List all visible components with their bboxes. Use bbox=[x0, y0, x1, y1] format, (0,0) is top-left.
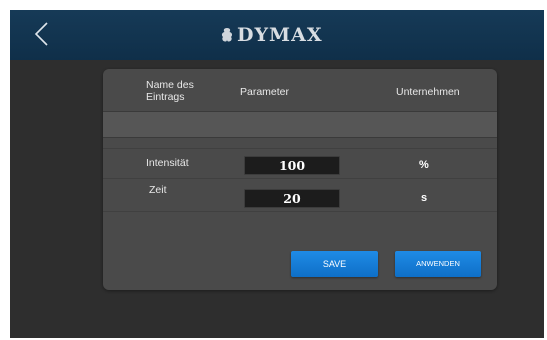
parameter-panel: Name des Eintrags Parameter Unternehmen … bbox=[103, 69, 497, 290]
device-screen: DYMAX Name des Eintrags Parameter Untern… bbox=[10, 10, 544, 338]
intensity-unit: % bbox=[419, 159, 429, 171]
save-button[interactable]: SAVE bbox=[291, 251, 378, 277]
apply-button[interactable]: ANWENDEN bbox=[395, 251, 481, 277]
logo-text: DYMAX bbox=[237, 24, 323, 46]
intensity-input[interactable]: 100 bbox=[244, 156, 340, 175]
time-input[interactable]: 20 bbox=[244, 189, 340, 208]
row-divider bbox=[103, 178, 497, 179]
row-label-time: Zeit bbox=[149, 184, 167, 196]
top-bar: DYMAX bbox=[10, 10, 544, 60]
time-unit: s bbox=[421, 192, 428, 204]
dymax-logo-icon bbox=[221, 28, 233, 42]
table-row-empty bbox=[103, 111, 497, 138]
brand-logo: DYMAX bbox=[220, 23, 323, 47]
row-divider bbox=[103, 211, 497, 212]
column-header-parameter: Parameter bbox=[240, 86, 290, 98]
column-header-name: Name des Eintrags bbox=[146, 79, 194, 103]
row-label-intensity: Intensität bbox=[146, 157, 189, 169]
row-divider bbox=[103, 148, 497, 149]
column-header-unit: Unternehmen bbox=[396, 86, 460, 98]
back-button[interactable] bbox=[28, 17, 58, 51]
chevron-left-icon bbox=[34, 22, 48, 46]
